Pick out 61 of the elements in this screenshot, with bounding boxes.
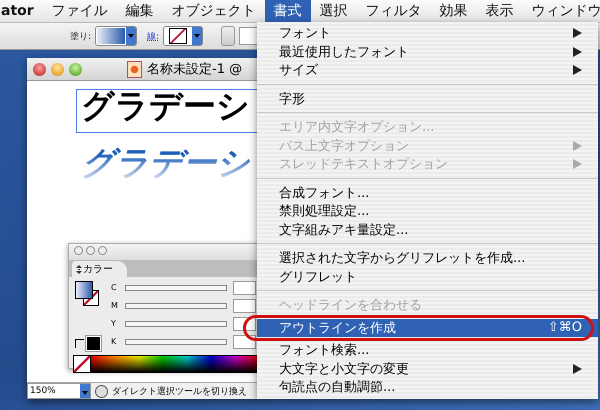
status-text: ダイレクト選択ツールを切り換え bbox=[112, 386, 247, 398]
text-object: グラデーシ bbox=[81, 90, 251, 122]
submenu-arrow-icon bbox=[573, 46, 582, 57]
menu-bar-item[interactable]: ator bbox=[0, 0, 43, 22]
slider-track[interactable] bbox=[125, 302, 227, 308]
menu-bar-item[interactable]: 表示 bbox=[476, 0, 523, 22]
value-field[interactable] bbox=[233, 280, 256, 294]
panel-tab[interactable]: カラー bbox=[72, 261, 127, 277]
none-swatch[interactable] bbox=[74, 356, 91, 372]
arrow-icon[interactable] bbox=[75, 339, 84, 348]
zoom-button[interactable] bbox=[69, 62, 82, 76]
menu-bar-item[interactable]: フィルタ bbox=[356, 0, 431, 22]
menu-item[interactable]: 合成フォント... bbox=[257, 184, 598, 202]
menu-item[interactable]: グリフレット bbox=[257, 268, 598, 286]
submenu-arrow-icon bbox=[573, 28, 582, 38]
menu-item[interactable]: 最近使用したフォント bbox=[257, 42, 598, 61]
stroke-swatch-dropdown[interactable] bbox=[163, 26, 204, 46]
shortcut-label: ⇧⌘O bbox=[548, 320, 582, 336]
menu-item[interactable]: フォント bbox=[257, 24, 598, 42]
value-field[interactable] bbox=[233, 334, 256, 348]
menu-item[interactable]: アウトラインを作成 ⇧⌘O bbox=[257, 318, 598, 337]
channel-label: M bbox=[111, 301, 119, 310]
slider-track[interactable] bbox=[125, 320, 227, 326]
document-icon bbox=[127, 60, 142, 78]
menu-item[interactable]: 選択された文字からグリフレットを作成... bbox=[257, 249, 598, 268]
fill-stroke-swatch-icon[interactable] bbox=[75, 281, 101, 307]
window-title: 名称未設定-1 @ bbox=[147, 61, 242, 78]
close-button[interactable] bbox=[33, 62, 46, 76]
stroke-label[interactable]: 線: bbox=[147, 30, 160, 42]
submenu-arrow-icon bbox=[573, 140, 582, 151]
fill-label: 塗り: bbox=[70, 30, 92, 42]
menu-bar-item[interactable]: ウィンドウ bbox=[522, 0, 600, 22]
menu-bar-item[interactable]: 効果 bbox=[430, 0, 477, 22]
menu-item[interactable]: 禁則処理設定... bbox=[257, 202, 598, 220]
menu-item[interactable]: フォント検索... bbox=[257, 341, 598, 360]
menu-bar-item[interactable]: 書式 bbox=[264, 0, 311, 22]
last-color-swatch[interactable] bbox=[86, 336, 101, 351]
menu-item[interactable]: サイズ bbox=[257, 61, 598, 80]
slider-track[interactable] bbox=[125, 338, 227, 344]
channel-label: Y bbox=[111, 319, 117, 328]
up-down-icon bbox=[76, 264, 82, 274]
stepper-control[interactable] bbox=[221, 26, 236, 46]
color-spectrum[interactable] bbox=[91, 356, 259, 372]
submenu-arrow-icon bbox=[573, 364, 582, 374]
menu-item[interactable]: 句読点の自動調節... bbox=[257, 378, 598, 396]
slider-track[interactable] bbox=[125, 284, 227, 290]
menu-item[interactable]: 字形 bbox=[257, 90, 598, 108]
menu-bar-item[interactable]: オブジェクト bbox=[162, 0, 265, 22]
menu-bar-item[interactable]: ファイル bbox=[42, 0, 117, 22]
value-field[interactable] bbox=[233, 298, 256, 312]
channel-label: C bbox=[111, 283, 118, 292]
fill-swatch-dropdown[interactable] bbox=[95, 26, 138, 46]
menu-bar-item[interactable]: 編集 bbox=[116, 0, 163, 22]
menu-item[interactable]: 文字組みアキ量設定... bbox=[257, 220, 598, 239]
channel-label: K bbox=[111, 337, 118, 346]
status-icon[interactable] bbox=[95, 384, 108, 398]
submenu-arrow-icon bbox=[573, 159, 582, 170]
menu-bar-item[interactable]: 選択 bbox=[310, 0, 357, 22]
menu-item[interactable]: 大文字と小文字の変更 bbox=[257, 360, 598, 378]
submenu-arrow-icon bbox=[573, 65, 582, 76]
zoom-field[interactable]: 150% bbox=[27, 383, 91, 399]
